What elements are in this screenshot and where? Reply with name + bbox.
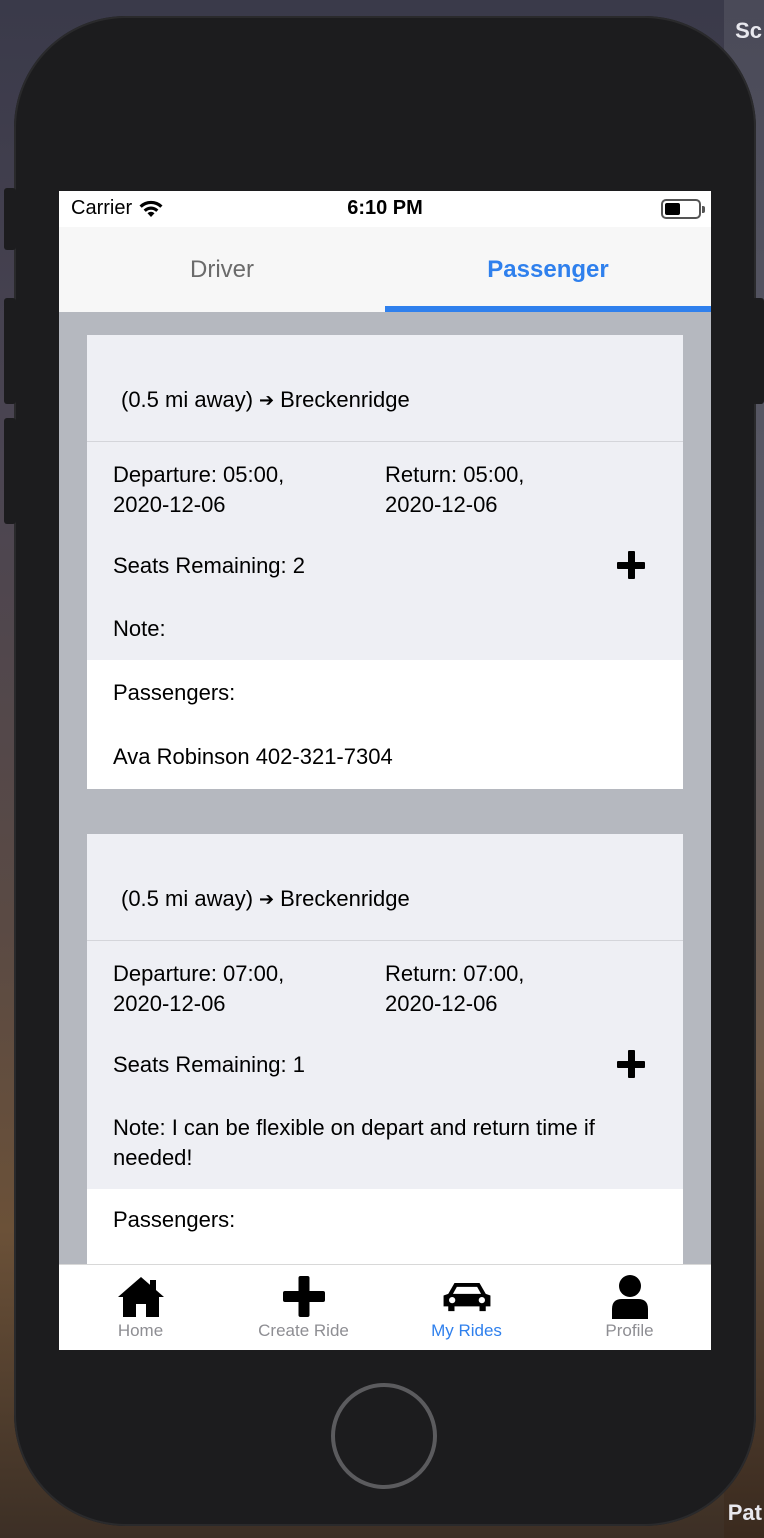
tab-my-rides[interactable]: My Rides [385,1265,548,1350]
seats-remaining: Seats Remaining: 1 [113,1052,305,1077]
tab-profile-label: Profile [605,1321,654,1340]
seats-row: Seats Remaining: 1 [87,1019,683,1089]
ride-card: (0.5 mi away) ➔ Breckenridge Departure: … [87,834,683,1264]
departure-time: Departure: 05:00, 2020-12-06 [113,460,385,520]
side-button [4,298,16,404]
status-time: 6:10 PM [347,197,423,219]
return-label: Return: 05:00, [385,462,525,487]
ride-distance: (0.5 mi away) [121,886,254,911]
device-home-button[interactable] [331,1383,437,1489]
desktop-partial-text: Sc [735,18,762,43]
tab-create-ride-label: Create Ride [258,1321,349,1340]
departure-date: 2020-12-06 [113,492,226,517]
ride-card: (0.5 mi away) ➔ Breckenridge Departure: … [87,335,683,789]
app-screen: Carrier 6:10 PM Driver Passenger (0.5 mi… [59,191,711,1350]
ride-list[interactable]: (0.5 mi away) ➔ Breckenridge Departure: … [59,312,711,1264]
join-ride-plus-icon[interactable] [617,551,647,581]
tab-driver[interactable]: Driver [59,227,385,312]
tab-driver-label: Driver [190,255,254,283]
return-time: Return: 07:00, 2020-12-06 [385,959,657,1019]
car-icon [443,1282,490,1312]
ride-destination: Breckenridge [280,387,410,412]
tab-passenger[interactable]: Passenger [385,227,711,312]
return-date: 2020-12-06 [385,991,498,1016]
return-label: Return: 07:00, [385,961,525,986]
tab-create-ride[interactable]: Create Ride [222,1265,385,1350]
return-time: Return: 05:00, 2020-12-06 [385,460,657,520]
ride-note: Note: [113,616,166,641]
ride-distance: (0.5 mi away) [121,387,254,412]
ride-note: Note: I can be flexible on depart and re… [113,1115,595,1170]
tab-passenger-label: Passenger [487,255,609,283]
side-button [752,298,764,404]
tab-home[interactable]: Home [59,1265,222,1350]
home-icon [117,1277,164,1317]
arrow-right-icon: ➔ [259,389,275,410]
status-bar: Carrier 6:10 PM [59,191,711,227]
passengers-section: Passengers: [87,1189,683,1264]
departure-label: Departure: 05:00, [113,462,285,487]
user-icon [611,1275,648,1319]
arrow-right-icon: ➔ [259,888,275,909]
passengers-section: Passengers: Ava Robinson 402-321-7304 [87,660,683,789]
ride-route: (0.5 mi away) ➔ Breckenridge [87,335,683,442]
return-date: 2020-12-06 [385,492,498,517]
tab-home-label: Home [117,1321,164,1340]
departure-date: 2020-12-06 [113,991,226,1016]
bottom-tab-bar: Home Create Ride My Rides Profile [59,1264,711,1350]
ride-times: Departure: 05:00, 2020-12-06 Return: 05:… [87,442,683,520]
plus-icon [282,1276,325,1317]
battery-icon [661,199,705,219]
tab-profile[interactable]: Profile [548,1265,711,1350]
ride-route: (0.5 mi away) ➔ Breckenridge [87,834,683,941]
ride-destination: Breckenridge [280,886,410,911]
side-button [4,188,16,250]
ride-times: Departure: 07:00, 2020-12-06 Return: 07:… [87,941,683,1019]
departure-label: Departure: 07:00, [113,961,285,986]
departure-time: Departure: 07:00, 2020-12-06 [113,959,385,1019]
seats-remaining: Seats Remaining: 2 [113,553,305,578]
side-button [4,418,16,524]
ride-role-tabs: Driver Passenger [59,227,711,312]
tab-my-rides-label: My Rides [431,1321,502,1340]
desktop-partial-text: Pat [727,1500,762,1525]
passenger-entry: Ava Robinson 402-321-7304 [113,744,393,769]
passengers-label: Passengers: [113,680,236,705]
passengers-label: Passengers: [113,1207,236,1232]
join-ride-plus-icon[interactable] [617,1050,647,1080]
seats-row: Seats Remaining: 2 [87,520,683,590]
